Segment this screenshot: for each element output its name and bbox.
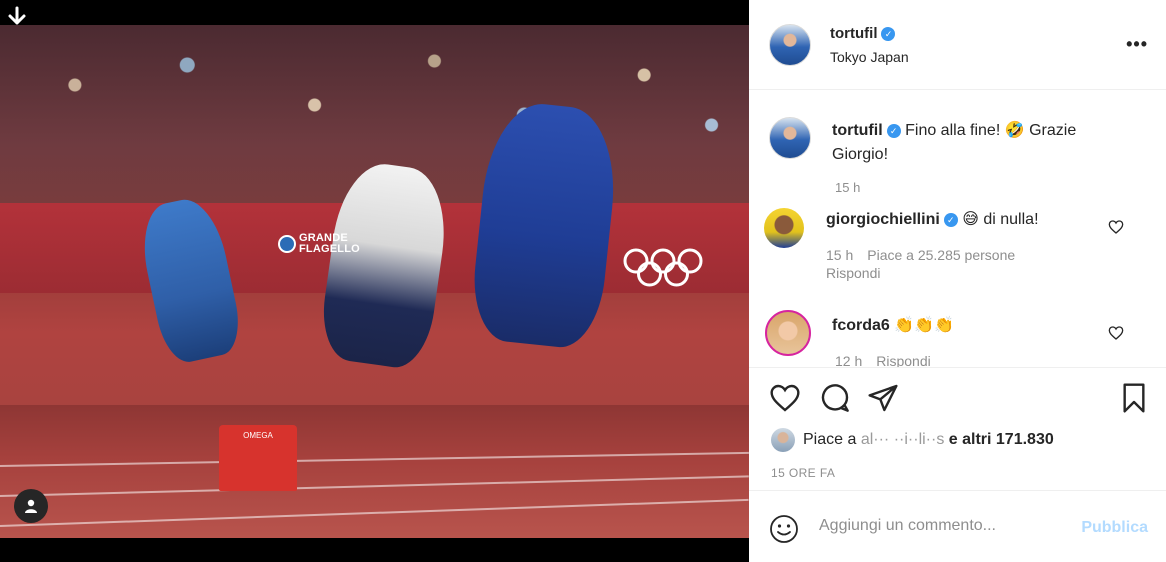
reply-button[interactable]: Rispondi — [826, 265, 880, 281]
running-track — [0, 405, 749, 538]
emoji-icon[interactable] — [769, 514, 799, 544]
post-media[interactable]: GRANDE FLAGELLO OMEGA — [0, 0, 749, 562]
like-comment-heart-icon[interactable] — [1108, 219, 1124, 235]
post-location[interactable]: Tokyo Japan — [830, 49, 909, 65]
save-bookmark-icon[interactable] — [1118, 382, 1150, 414]
comment-time[interactable]: 12 h — [835, 353, 862, 367]
comment-bubble-icon[interactable] — [819, 382, 851, 414]
caption-username[interactable]: tortufil — [832, 122, 883, 139]
commenter-username[interactable]: giorgiochiellini — [826, 211, 940, 228]
liker-name-obscured: al··· ··i··li··s — [860, 431, 945, 449]
commenter-username[interactable]: fcorda6 — [832, 317, 890, 334]
post-side-panel: tortufil ✓ Tokyo Japan ••• tortufil ✓ Fino… — [749, 0, 1166, 562]
comment-text: 😅 di nulla! — [962, 211, 1039, 228]
caption: tortufil ✓ Fino alla fine! 🤣 Grazie Giorg… — [832, 119, 1132, 167]
post-header: tortufil ✓ Tokyo Japan ••• — [749, 0, 1166, 90]
commenter-avatar[interactable] — [765, 310, 811, 356]
reply-button[interactable]: Rispondi — [876, 353, 930, 367]
author-username[interactable]: tortufil — [830, 25, 877, 42]
comment-body: fcorda6 👏👏👏 — [832, 315, 1132, 337]
publish-button[interactable]: Pubblica — [1081, 519, 1148, 537]
like-heart-icon[interactable] — [769, 382, 801, 414]
verified-badge-icon: ✓ — [943, 212, 958, 227]
likes-count[interactable]: e altri 171.830 — [944, 431, 1054, 448]
share-send-icon[interactable] — [867, 382, 899, 414]
author-avatar[interactable] — [769, 24, 811, 66]
verified-badge-icon: ✓ — [881, 27, 896, 42]
comment-likes[interactable]: Piace a 25.285 persone — [867, 247, 1015, 263]
comment-input[interactable] — [819, 517, 1069, 535]
comment-meta: 12 h Rispondi — [835, 353, 931, 367]
tagged-users-button[interactable] — [14, 489, 48, 523]
liker-avatar — [771, 428, 795, 452]
comment-meta: 15 h Piace a 25.285 persone — [826, 247, 1015, 263]
badge-icon — [278, 235, 296, 253]
comments-list[interactable]: tortufil ✓ Fino alla fine! 🤣 Grazie Giorg… — [749, 91, 1166, 367]
comment-body: giorgiochiellini ✓ 😅 di nulla! — [826, 209, 1126, 231]
caption-time[interactable]: 15 h — [835, 180, 860, 195]
photo-overlay-text: GRANDE FLAGELLO — [278, 233, 360, 255]
verified-badge-icon: ✓ — [886, 123, 901, 138]
comment-text: 👏👏👏 — [894, 317, 955, 334]
add-comment-bar: Pubblica — [749, 490, 1166, 562]
post-photo: GRANDE FLAGELLO OMEGA — [0, 25, 749, 538]
more-options-icon[interactable]: ••• — [1126, 34, 1148, 55]
like-comment-heart-icon[interactable] — [1108, 325, 1124, 341]
commenter-avatar[interactable] — [764, 208, 804, 248]
comment-time[interactable]: 15 h — [826, 247, 853, 263]
likes-summary[interactable]: Piace a al··· ··i··li··s e altri 171.830 — [771, 428, 1054, 452]
post-date[interactable]: 15 ORE FA — [771, 466, 835, 480]
omega-block: OMEGA — [219, 425, 297, 491]
caption-avatar[interactable] — [769, 117, 811, 159]
author-username-row[interactable]: tortufil ✓ — [830, 25, 896, 42]
olympic-rings-icon — [623, 248, 703, 287]
user-icon — [25, 499, 37, 513]
